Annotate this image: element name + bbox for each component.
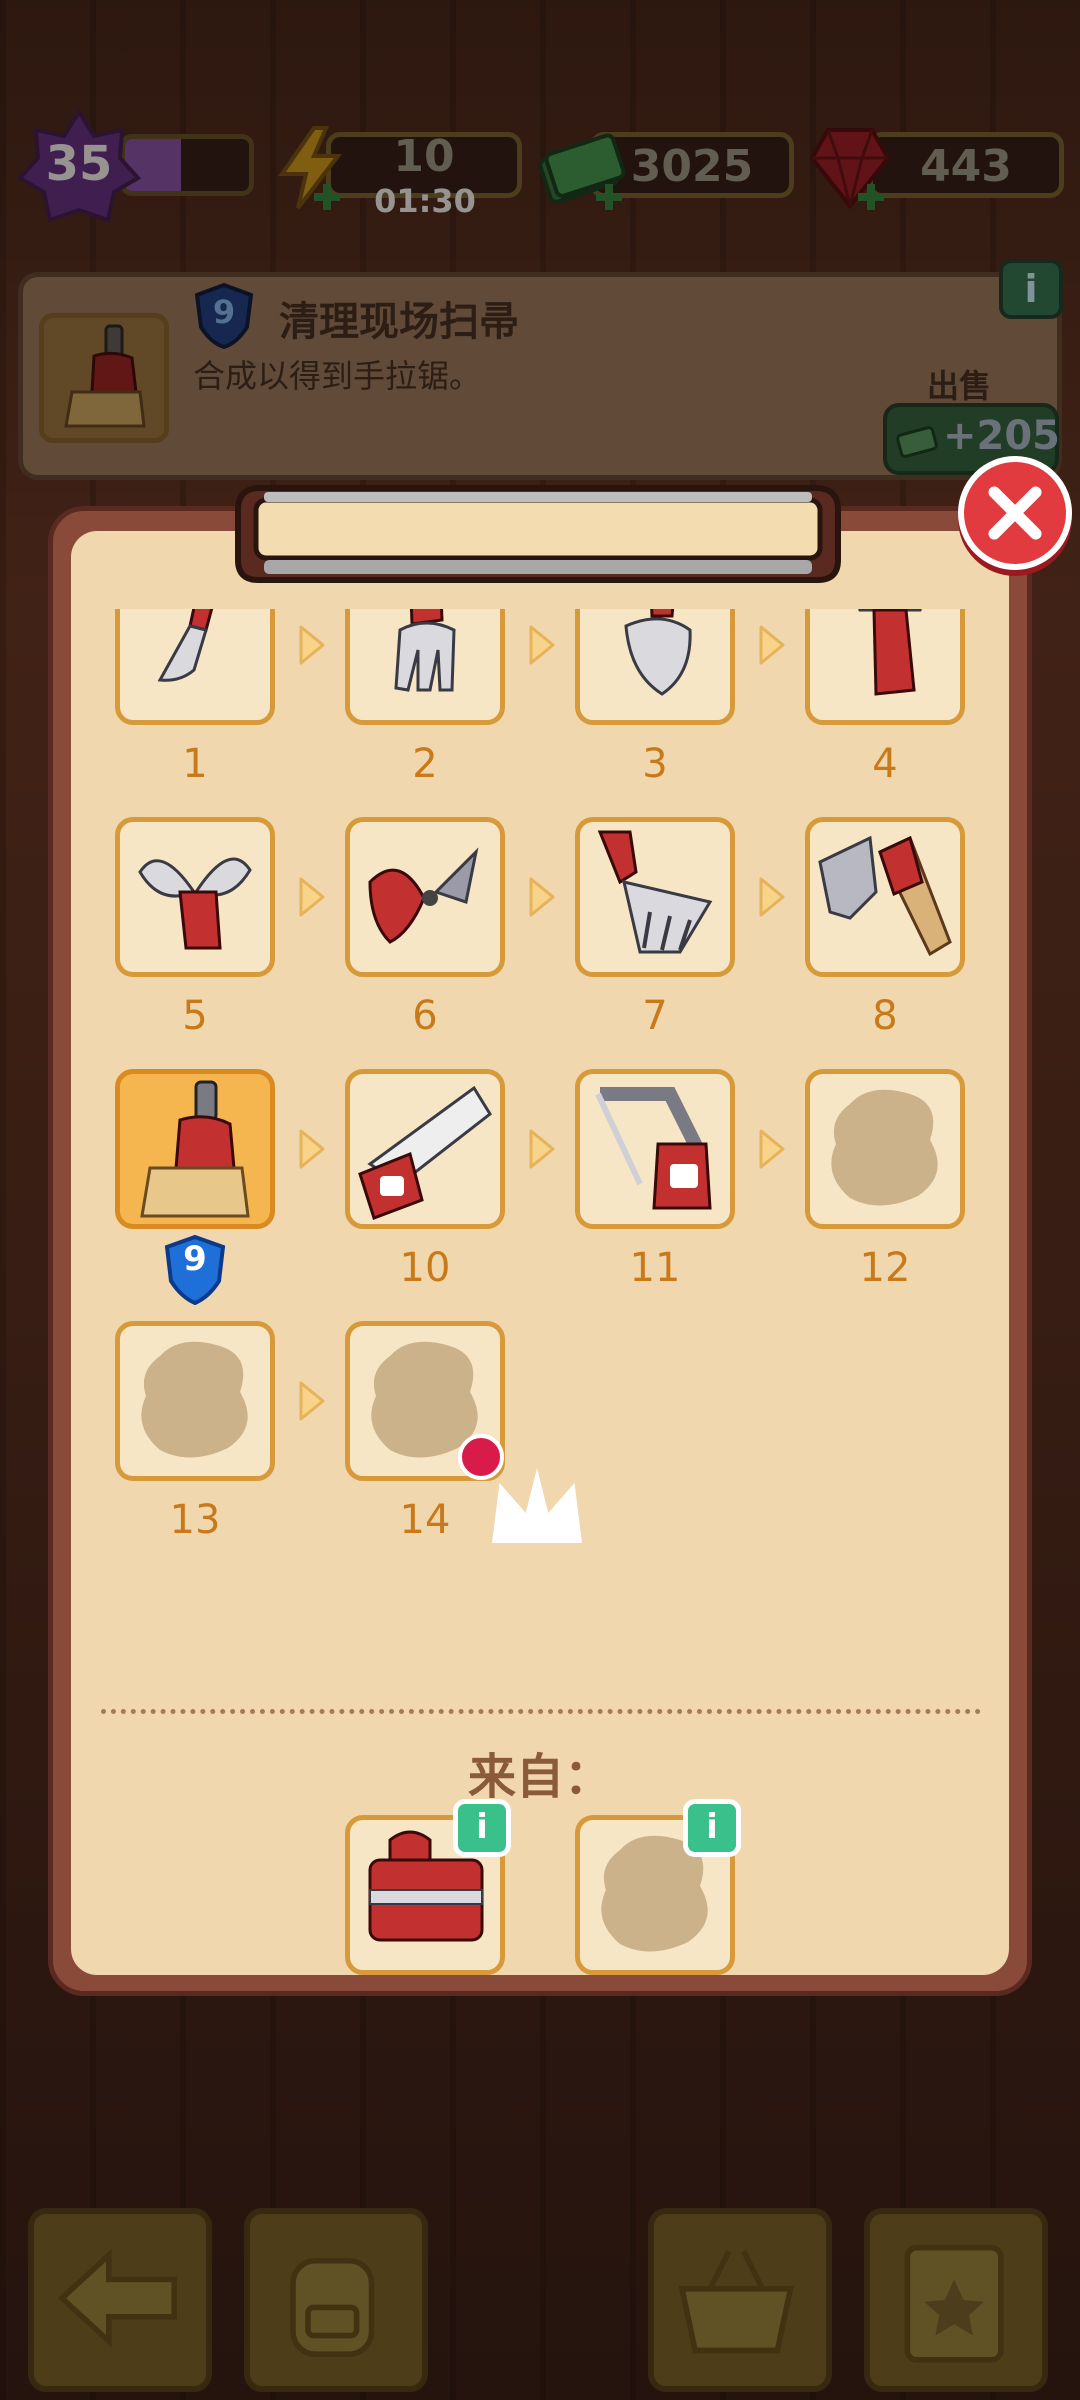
chain-item-number: 7 [642,993,668,1039]
chain-item-12[interactable] [805,1069,965,1229]
chain-arrow-icon [759,877,785,917]
chain-item-number: 11 [629,1245,681,1291]
shovel-icon [624,609,692,696]
source-info-button[interactable]: i [683,1799,741,1857]
hedge-clippers-icon [368,847,479,944]
chain-item-number: 14 [399,1497,451,1543]
chain-item-10[interactable] [345,1069,505,1229]
merge-chain-panel: 来自： 1 2 3 4 5 6 7 8 9 10 11 12 13 14 i i [71,531,1009,1975]
chain-item-6[interactable] [345,817,505,977]
chain-arrow-icon [299,625,325,665]
crown-badge-icon [458,1434,582,1543]
close-icon [988,486,1042,540]
chain-item-number: 3 [642,741,668,787]
locked-silhouette-icon [141,1341,248,1458]
chain-item-number: 8 [872,993,898,1039]
chain-item-number: 4 [872,741,898,787]
chain-item-7[interactable] [575,817,735,977]
axe-icon [858,609,922,696]
chain-arrow-icon [759,625,785,665]
chain-item-number: 6 [412,993,438,1039]
chain-arrow-icon [299,1129,325,1169]
chain-arrow-icon [299,877,325,917]
chain-item-number: 13 [169,1497,221,1543]
locked-silhouette-icon [831,1089,938,1206]
rake-icon [597,830,713,954]
broom-icon [140,1080,250,1218]
selected-level-shield: 9 [163,1234,227,1306]
chain-item-number: 10 [399,1245,451,1291]
chain-item-8[interactable] [805,817,965,977]
chain-arrow-icon [529,1129,555,1169]
dotted-divider [101,1709,981,1714]
clipboard-clip [235,485,841,583]
chain-item-4[interactable] [805,609,965,725]
chain-item-number: 1 [182,741,208,787]
chain-item-9[interactable] [115,1069,275,1229]
chain-item-number: 12 [859,1245,911,1291]
hacksaw-icon [595,1087,712,1210]
chain-item-5[interactable] [115,817,275,977]
hand-saw-icon [358,1085,492,1220]
source-info-button[interactable]: i [453,1799,511,1857]
chain-arrow-icon [759,1129,785,1169]
chain-item-number: 2 [412,741,438,787]
chain-item-11[interactable] [575,1069,735,1229]
chain-item-14[interactable] [345,1321,582,1543]
chain-item-number: 5 [182,993,208,1039]
cultivator-icon [394,609,456,692]
merge-chain-modal: 来自： 1 2 3 4 5 6 7 8 9 10 11 12 13 14 i i [48,506,1032,1996]
chain-arrow-icon [529,877,555,917]
source-label: 来自： [467,1749,612,1805]
lopper-icon [818,835,952,957]
close-button[interactable] [958,456,1072,570]
merge-chain-list[interactable]: 来自： 1 2 3 4 5 6 7 8 9 10 11 12 13 14 i i [71,609,1009,1975]
chain-item-1[interactable] [115,609,275,725]
pruning-shears-icon [138,857,252,950]
chain-item-2[interactable] [345,609,505,725]
chain-arrow-icon [529,625,555,665]
chain-item-3[interactable] [575,609,735,725]
trowel-icon [157,609,214,682]
selected-level-number: 9 [183,1239,207,1279]
chain-arrow-icon [299,1381,325,1421]
chain-item-13[interactable] [115,1321,275,1481]
